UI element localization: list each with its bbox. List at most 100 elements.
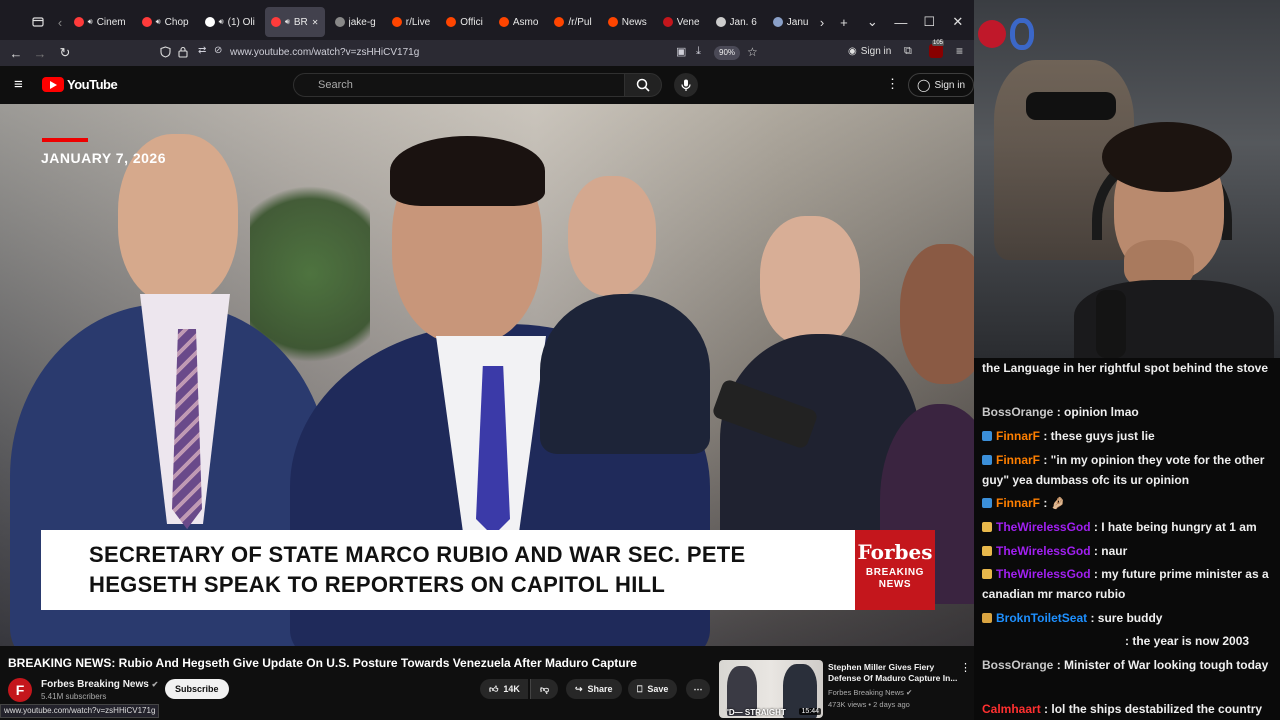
browser-tab[interactable]: News [602, 7, 653, 37]
new-tab-icon[interactable]: + [830, 7, 858, 37]
browser-tab[interactable]: 🔊︎ (1) Oli [199, 7, 261, 37]
recommended-title[interactable]: Stephen Miller Gives Fiery Defense Of Ma… [828, 662, 958, 684]
search-icon [636, 78, 650, 92]
tracking-off-icon[interactable]: ⊘ [214, 45, 222, 56]
video-player[interactable]: JANUARY 7, 2026 SECRETARY OF STATE MARCO… [0, 104, 974, 646]
video-duration: 15:44 [799, 708, 821, 715]
chat-username[interactable]: TheWirelessGod [996, 520, 1091, 534]
close-window-icon[interactable]: ✕ [944, 7, 972, 37]
chat-username[interactable]: FinnarF [996, 429, 1040, 443]
chat-username[interactable]: BroknToiletSeat [996, 611, 1087, 625]
reader-view-icon[interactable]: ▣ [676, 45, 686, 58]
subscribe-button[interactable]: Subscribe [165, 679, 229, 699]
address-bar[interactable]: ⇄ ⊘ www.youtube.com/watch?v=zsHHiCV171g … [156, 40, 776, 66]
youtube-logo[interactable]: YouTube [42, 77, 118, 92]
more-actions-button[interactable]: ⋯ [686, 679, 710, 699]
like-button[interactable]: 👍︎ 14K [480, 679, 528, 699]
search-input[interactable]: Search [293, 73, 625, 97]
permissions-icon[interactable]: ⇄ [198, 45, 206, 56]
tabs-scroll-left-icon[interactable]: ‹ [52, 7, 67, 37]
tab-audio-icon[interactable]: 🔊︎ [156, 17, 161, 27]
app-menu-icon[interactable]: ≡ [956, 44, 963, 58]
browser-tab[interactable]: Vene [657, 7, 706, 37]
chat-message: FinnarF : 🤌🏼 [982, 493, 1278, 513]
chat-message: TheWirelessGod : naur [982, 541, 1278, 561]
ublock-icon[interactable] [929, 44, 943, 58]
chat-username[interactable]: BossOrange [982, 658, 1053, 672]
hamburger-menu-icon[interactable]: ≡ [14, 76, 23, 93]
chat-username[interactable]: FinnarF [996, 453, 1040, 467]
channel-avatar[interactable]: F [8, 678, 32, 702]
share-button[interactable]: ↪ Share [566, 679, 622, 699]
lock-icon[interactable] [178, 46, 188, 61]
browser-tab[interactable]: 🔊︎ BR ✕ [264, 7, 325, 37]
more-options-icon[interactable]: ⋮ [886, 76, 899, 92]
tab-audio-icon[interactable]: 🔊︎ [88, 17, 93, 27]
dislike-button[interactable]: 👎︎ [530, 679, 559, 699]
account-button[interactable]: ◉ Sign in [848, 46, 891, 57]
chat-text: lol the ships destabilized the country [1051, 702, 1263, 716]
chat-username[interactable]: Calmhaart [982, 702, 1041, 716]
save-button[interactable]: ⎕ Save [628, 679, 678, 699]
browser-tab[interactable]: /r/Pul [548, 7, 597, 37]
forbes-logo-sub: BREAKING NEWS [865, 567, 925, 590]
tab-audio-icon[interactable]: 🔊︎ [285, 17, 290, 27]
chat-username[interactable]: TheWirelessGod [996, 544, 1091, 558]
lower-third-text: SECRETARY OF STATE MARCO RUBIO AND WAR S… [89, 542, 746, 597]
chat-separator: : [1087, 611, 1098, 625]
browser-tab[interactable]: 🔊︎ Chop [136, 7, 195, 37]
recommended-channel-text: Forbes Breaking News [828, 688, 904, 697]
search-button[interactable] [624, 73, 662, 97]
forbes-logo-text: Forbes [857, 540, 933, 564]
reload-icon[interactable]: ↻ [50, 38, 80, 68]
thumbs-down-icon: 👎︎ [540, 683, 550, 694]
close-tab-icon[interactable]: ✕ [312, 18, 319, 27]
tab-favicon-icon [141, 17, 152, 27]
maximize-icon[interactable]: ☐ [915, 7, 943, 37]
chat-badge-icon [982, 613, 992, 623]
browser-tab[interactable]: Jan. 6 [710, 7, 763, 37]
chat-separator: : [1040, 496, 1051, 510]
youtube-signin-button[interactable]: ◯ Sign in [908, 73, 974, 97]
youtube-signin-label: Sign in [934, 79, 966, 91]
tab-list-chevron-icon[interactable]: ⌄ [858, 7, 886, 37]
chat-message: BroknToiletSeat : sure buddy [982, 608, 1278, 628]
tab-label: jake-g [348, 16, 376, 28]
browser-tab[interactable]: 🔊︎ Cinem [68, 7, 132, 37]
browser-tab[interactable]: Janu [767, 7, 815, 37]
browser-tab[interactable]: Offici [440, 7, 489, 37]
video-date: JANUARY 7, 2026 [41, 150, 167, 166]
recommended-meta: 473K views • 2 days ago [828, 700, 910, 709]
tabs-scroll-right-icon[interactable]: › [814, 7, 829, 37]
webcam-counter [978, 20, 1006, 48]
browser-tab[interactable]: Asmo [493, 7, 545, 37]
chat-username[interactable]: BossOrange [982, 405, 1053, 419]
video-title: BREAKING NEWS: Rubio And Hegseth Give Up… [8, 656, 637, 670]
tab-favicon-icon [391, 17, 402, 27]
minimize-icon[interactable]: — [887, 7, 915, 37]
pocket-icon[interactable]: ⤓ [696, 45, 701, 58]
tab-favicon-icon [607, 17, 618, 27]
tab-label: r/Live [405, 16, 431, 28]
extensions-icon[interactable]: ⧉ [904, 45, 912, 58]
tab-audio-icon[interactable]: 🔊︎ [219, 17, 224, 27]
channel-name[interactable]: Forbes Breaking News ✔ [41, 679, 158, 690]
voice-search-button[interactable] [674, 73, 698, 97]
shield-icon[interactable] [160, 46, 171, 61]
tab-overview-icon[interactable] [24, 7, 52, 37]
tab-favicon-icon [772, 17, 783, 27]
recommended-more-icon[interactable]: ⋮ [960, 661, 971, 674]
bookmark-star-icon[interactable]: ☆ [747, 45, 758, 59]
chat-username[interactable]: FinnarF [996, 496, 1040, 510]
browser-tab[interactable]: jake-g [329, 7, 382, 37]
zoom-level[interactable]: 90% [714, 46, 741, 60]
browser-tab[interactable]: r/Live [386, 7, 436, 37]
subscriber-count: 5.41M subscribers [41, 692, 107, 701]
chat-badge-icon [982, 569, 992, 579]
streamer-hair [1102, 122, 1232, 192]
chat-text: the Language in her rightful spot behind… [982, 361, 1269, 375]
chat-username[interactable]: TheWirelessGod [996, 567, 1091, 581]
tab-label: Vene [676, 16, 700, 28]
recommended-thumbnail[interactable]: 'D— STRAIGHT 15:44 [719, 660, 823, 718]
youtube-play-icon [42, 77, 64, 92]
